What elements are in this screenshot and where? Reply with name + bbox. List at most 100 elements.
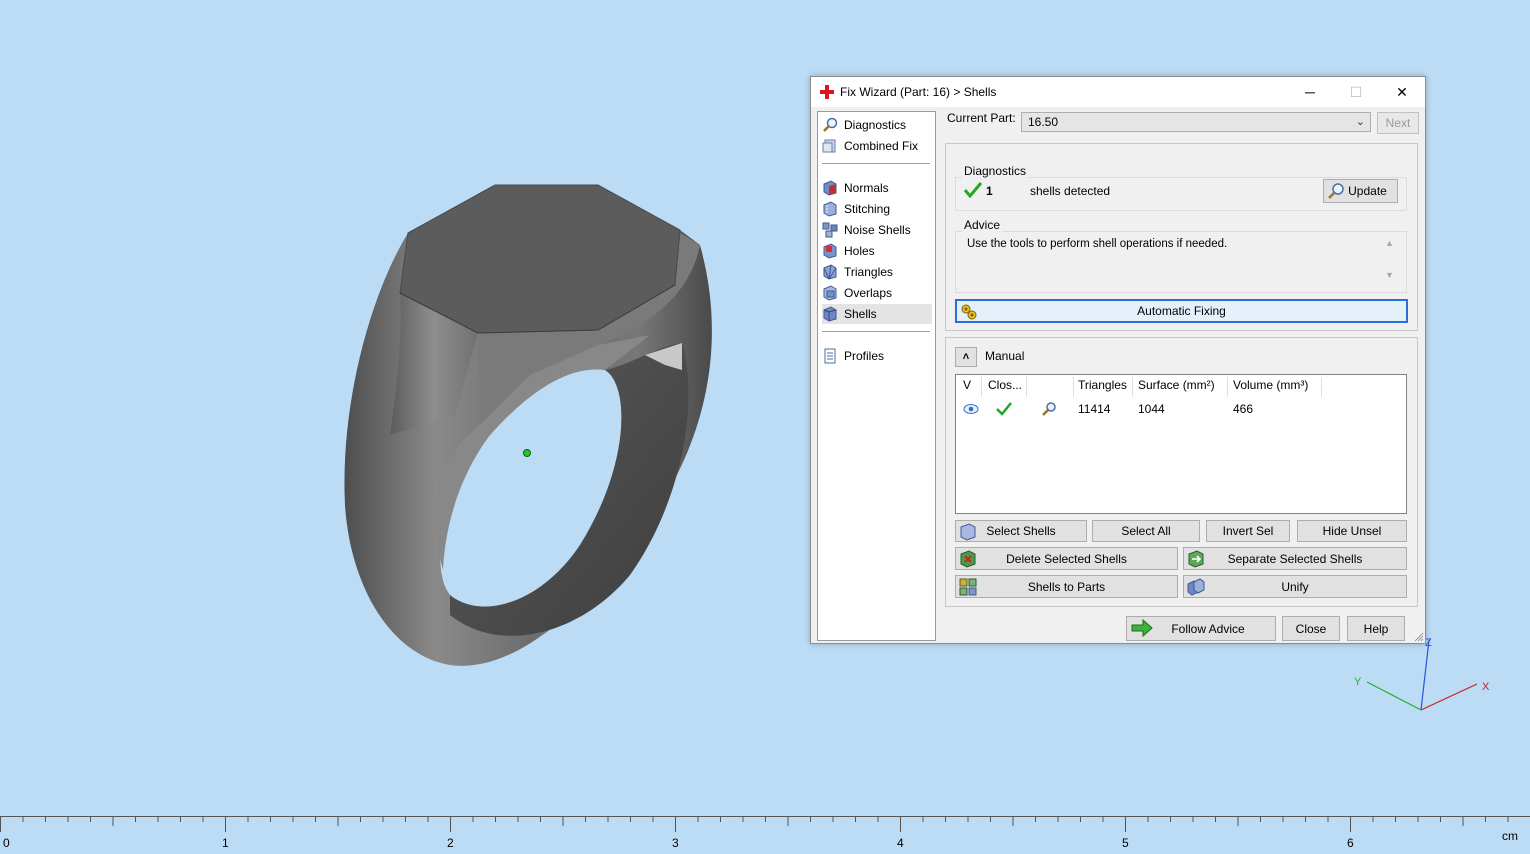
- nav-item-shells[interactable]: Shells: [822, 304, 932, 324]
- ruler-label-3: 3: [672, 836, 679, 850]
- diagnostics-text: shells detected: [1030, 184, 1111, 198]
- automatic-fixing-button[interactable]: Automatic Fixing: [955, 299, 1408, 323]
- z-axis-label: Z: [1425, 637, 1432, 649]
- title-bar[interactable]: Fix Wizard (Part: 16) > Shells ─ ☐ ✕: [811, 77, 1425, 107]
- nav-label: Diagnostics: [844, 118, 907, 132]
- nav-item-combined-fix[interactable]: Combined Fix: [822, 136, 932, 156]
- ruler: 0 1 2 3 4 5 6 cm: [0, 816, 1530, 854]
- diagnostics-title: Diagnostics: [962, 164, 1029, 178]
- nav-divider: [822, 163, 930, 164]
- column-header-surface[interactable]: Surface (mm²): [1138, 378, 1215, 396]
- nav-item-profiles[interactable]: Profiles: [822, 346, 932, 366]
- wizard-nav: Diagnostics Combined Fix Normals Stitchi…: [817, 111, 936, 641]
- column-header-triangles[interactable]: Triangles: [1078, 378, 1127, 396]
- nav-label: Profiles: [844, 349, 885, 363]
- z-axis-line: [1420, 639, 1430, 711]
- nav-item-stitching[interactable]: Stitching: [822, 199, 932, 219]
- column-divider: [1026, 377, 1027, 397]
- normals-icon: [823, 180, 837, 196]
- nav-item-noise-shells[interactable]: Noise Shells: [822, 220, 932, 240]
- ruler-label-6: 6: [1347, 836, 1354, 850]
- ruler-unit: cm: [1502, 829, 1518, 843]
- invert-sel-button[interactable]: Invert Sel: [1206, 520, 1290, 542]
- profiles-icon: [824, 348, 836, 364]
- update-button[interactable]: Update: [1323, 179, 1398, 203]
- diagnostics-panel: Diagnostics 1 shells detected Update Adv…: [945, 143, 1418, 331]
- shell-select-icon: [960, 523, 976, 541]
- ruler-label-2: 2: [447, 836, 454, 850]
- nav-item-triangles[interactable]: Triangles: [822, 262, 932, 282]
- shells-to-parts-button[interactable]: Shells to Parts: [955, 575, 1178, 598]
- ruler-ticks: [0, 816, 1530, 832]
- advice-text: Use the tools to perform shell operation…: [967, 238, 1228, 250]
- column-header-closed[interactable]: Clos...: [988, 378, 1022, 396]
- nav-item-holes[interactable]: Holes: [822, 241, 932, 261]
- current-part-select[interactable]: 16.50 ⌄: [1021, 112, 1371, 132]
- maximize-button[interactable]: ☐: [1333, 77, 1379, 107]
- automatic-fixing-label: Automatic Fixing: [1137, 304, 1226, 318]
- select-shells-label: Select Shells: [986, 524, 1056, 538]
- select-shells-button[interactable]: Select Shells: [955, 520, 1087, 542]
- help-button[interactable]: Help: [1347, 616, 1405, 641]
- column-header-v[interactable]: V: [963, 378, 971, 396]
- nav-item-diagnostics[interactable]: Diagnostics: [822, 115, 932, 135]
- column-divider: [1321, 377, 1322, 397]
- magnifier-icon: [823, 117, 838, 132]
- ruler-label-1: 1: [222, 836, 229, 850]
- nav-item-overlaps[interactable]: Overlaps: [822, 283, 932, 303]
- nav-label: Noise Shells: [844, 223, 911, 237]
- delete-selected-label: Delete Selected Shells: [1006, 551, 1127, 566]
- nav-label: Overlaps: [844, 286, 893, 300]
- gears-icon: [961, 304, 977, 320]
- red-cross-icon: [820, 85, 834, 99]
- minimize-button[interactable]: ─: [1287, 77, 1333, 107]
- collapse-button[interactable]: ˄: [955, 347, 977, 367]
- table-row[interactable]: [956, 399, 1406, 419]
- column-divider: [1073, 377, 1074, 397]
- shells-table[interactable]: V Clos... Triangles Surface (mm²) Volume…: [955, 374, 1407, 514]
- ruler-label-0: 0: [3, 836, 10, 850]
- nav-label: Shells: [844, 307, 877, 321]
- manual-title: Manual: [985, 349, 1025, 363]
- resize-grip-icon[interactable]: [1414, 632, 1424, 642]
- nav-item-normals[interactable]: Normals: [822, 178, 932, 198]
- scroll-down-icon[interactable]: ▼: [1385, 270, 1394, 280]
- unify-icon: [1187, 578, 1205, 596]
- ruler-label-4: 4: [897, 836, 904, 850]
- nav-label: Normals: [844, 181, 889, 195]
- hide-unsel-button[interactable]: Hide Unsel: [1297, 520, 1407, 542]
- nav-divider: [822, 331, 930, 332]
- shells-to-parts-icon: [959, 578, 977, 596]
- y-axis-line: [1366, 681, 1422, 711]
- follow-advice-button[interactable]: Follow Advice: [1126, 616, 1276, 641]
- y-axis-label: Y: [1354, 676, 1362, 688]
- close-button[interactable]: Close: [1282, 616, 1340, 641]
- close-window-button[interactable]: ✕: [1379, 77, 1425, 107]
- update-label: Update: [1348, 184, 1387, 198]
- shell-count: 1: [986, 184, 993, 198]
- column-divider: [1227, 377, 1228, 397]
- column-header-volume[interactable]: Volume (mm³): [1233, 378, 1308, 396]
- separate-selected-shells-button[interactable]: Separate Selected Shells: [1183, 547, 1407, 570]
- x-axis-line: [1420, 683, 1478, 711]
- dialog-title: Fix Wizard (Part: 16) > Shells: [840, 85, 997, 99]
- next-button[interactable]: Next: [1377, 112, 1419, 134]
- separate-shells-icon: [1188, 550, 1204, 568]
- ruler-label-5: 5: [1122, 836, 1129, 850]
- follow-advice-label: Follow Advice: [1171, 621, 1245, 636]
- magnifier-icon[interactable]: [1041, 401, 1057, 417]
- triangles-icon: [823, 264, 837, 280]
- check-icon: [996, 402, 1012, 416]
- overlaps-icon: [823, 285, 837, 301]
- delete-selected-shells-button[interactable]: Delete Selected Shells: [955, 547, 1178, 570]
- scroll-up-icon[interactable]: ▲: [1385, 238, 1394, 248]
- ring-model[interactable]: [330, 175, 730, 675]
- separate-selected-label: Separate Selected Shells: [1227, 551, 1363, 566]
- column-divider: [1132, 377, 1133, 397]
- column-divider: [981, 377, 982, 397]
- chevron-down-icon: ⌄: [1355, 116, 1365, 128]
- nav-label: Stitching: [844, 202, 891, 216]
- eye-icon[interactable]: [963, 403, 979, 415]
- unify-button[interactable]: Unify: [1183, 575, 1407, 598]
- select-all-button[interactable]: Select All: [1092, 520, 1200, 542]
